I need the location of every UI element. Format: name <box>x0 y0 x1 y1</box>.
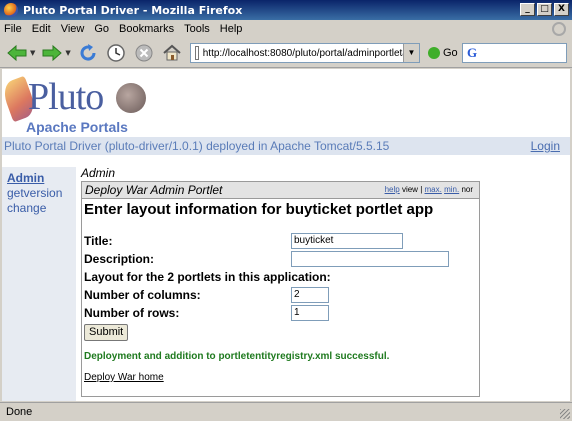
success-message: Deployment and addition to portletentity… <box>84 351 390 362</box>
portal-info-text: Pluto Portal Driver (pluto-driver/1.0.1)… <box>4 139 390 153</box>
description-row: Description: <box>84 250 477 268</box>
address-bar[interactable]: http://localhost:8080/pluto/portal/admin… <box>190 43 420 63</box>
resize-grip-icon[interactable] <box>560 409 570 419</box>
columns-input[interactable]: 2 <box>291 287 329 303</box>
menu-edit[interactable]: Edit <box>32 23 51 35</box>
portal-info-bar: Pluto Portal Driver (pluto-driver/1.0.1)… <box>2 137 570 155</box>
submit-button[interactable]: Submit <box>84 324 129 341</box>
title-input[interactable]: buyticket <box>291 233 403 249</box>
minimize-button[interactable]: _ <box>520 3 535 16</box>
go-label: Go <box>443 47 458 59</box>
deploy-war-portlet: Deploy War Admin Portlet help view | max… <box>81 181 480 397</box>
menu-go[interactable]: Go <box>94 23 109 35</box>
menu-tools[interactable]: Tools <box>184 23 210 35</box>
portlet-normal-state: nor <box>461 185 473 194</box>
window-titlebar: Pluto Portal Driver - Mozilla Firefox _ … <box>0 0 572 20</box>
rows-input[interactable]: 1 <box>291 305 329 321</box>
window-controls: _ □ X <box>520 3 569 16</box>
maximize-button[interactable]: □ <box>537 3 552 16</box>
description-label: Description: <box>84 252 155 266</box>
page-title: Admin <box>81 166 116 180</box>
portlet-min-link[interactable]: min. <box>444 185 459 194</box>
description-input[interactable] <box>291 251 449 267</box>
search-input[interactable]: G <box>462 43 567 63</box>
address-url[interactable]: http://localhost:8080/pluto/portal/admin… <box>203 48 419 59</box>
layout-label: Layout for the 2 portlets in this applic… <box>84 270 331 284</box>
go-arrow-icon <box>428 47 440 59</box>
portlet-max-link[interactable]: max. <box>425 185 442 194</box>
back-arrow-icon[interactable] <box>6 42 28 64</box>
pluto-logo: Pluto Apache Portals <box>2 75 156 137</box>
address-dropdown-icon[interactable]: ▼ <box>403 44 419 62</box>
status-bar: Done <box>0 402 572 421</box>
navigation-toolbar: ▼ ▼ http://localhost:8080/pluto/portal/a… <box>0 38 572 68</box>
menu-view[interactable]: View <box>61 23 85 35</box>
logo-subtitle: Apache Portals <box>26 119 128 135</box>
forward-dropdown-icon[interactable]: ▼ <box>65 49 70 57</box>
portlet-header: Deploy War Admin Portlet help view | max… <box>82 182 479 199</box>
sidebar-item-getversion[interactable]: getversion <box>7 186 76 201</box>
title-label: Title: <box>84 234 113 248</box>
portlet-view-mode: view <box>401 185 418 194</box>
firefox-icon <box>4 3 18 17</box>
reload-icon[interactable] <box>77 42 99 64</box>
page-content: Pluto Apache Portals Pluto Portal Driver… <box>2 69 570 401</box>
columns-row: Number of columns: 2 <box>84 286 477 304</box>
logo-title: Pluto <box>28 76 104 118</box>
menu-bookmarks[interactable]: Bookmarks <box>119 23 174 35</box>
portlet-mode-controls: help view | max. min. nor <box>385 182 473 198</box>
history-clock-icon[interactable] <box>105 42 127 64</box>
window-title: Pluto Portal Driver - Mozilla Firefox <box>23 3 243 17</box>
portlet-body: Enter layout information for buyticket p… <box>82 199 479 385</box>
portlet-help-link[interactable]: help <box>385 185 400 194</box>
deploy-war-home-link[interactable]: Deploy War home <box>84 372 477 383</box>
rows-label: Number of rows: <box>84 306 180 320</box>
menu-bar: File Edit View Go Bookmarks Tools Help <box>0 20 572 38</box>
page-icon <box>195 46 199 60</box>
stop-icon[interactable] <box>133 42 155 64</box>
back-dropdown-icon[interactable]: ▼ <box>30 49 35 57</box>
layout-heading: Enter layout information for buyticket p… <box>84 201 434 218</box>
sidebar-item-admin[interactable]: Admin <box>7 171 76 186</box>
sidebar-nav: Admin getversion change <box>2 167 76 401</box>
throbber-icon <box>552 22 566 36</box>
portlet-title: Deploy War Admin Portlet <box>85 183 223 197</box>
status-text: Done <box>6 406 33 418</box>
home-icon[interactable] <box>161 42 183 64</box>
close-button[interactable]: X <box>554 3 569 16</box>
forward-arrow-icon[interactable] <box>41 42 63 64</box>
login-link[interactable]: Login <box>531 137 560 155</box>
planet-icon <box>116 83 146 113</box>
rows-row: Number of rows: 1 <box>84 304 477 322</box>
layout-info-row: Layout for the 2 portlets in this applic… <box>84 268 477 286</box>
go-button[interactable]: Go <box>428 47 458 59</box>
google-icon: G <box>467 45 478 60</box>
portlet-controls-separator: | <box>420 185 423 194</box>
menu-file[interactable]: File <box>4 23 22 35</box>
sidebar-item-change[interactable]: change <box>7 201 76 216</box>
title-row: Title: buyticket <box>84 232 477 250</box>
menu-help[interactable]: Help <box>220 23 243 35</box>
columns-label: Number of columns: <box>84 288 201 302</box>
